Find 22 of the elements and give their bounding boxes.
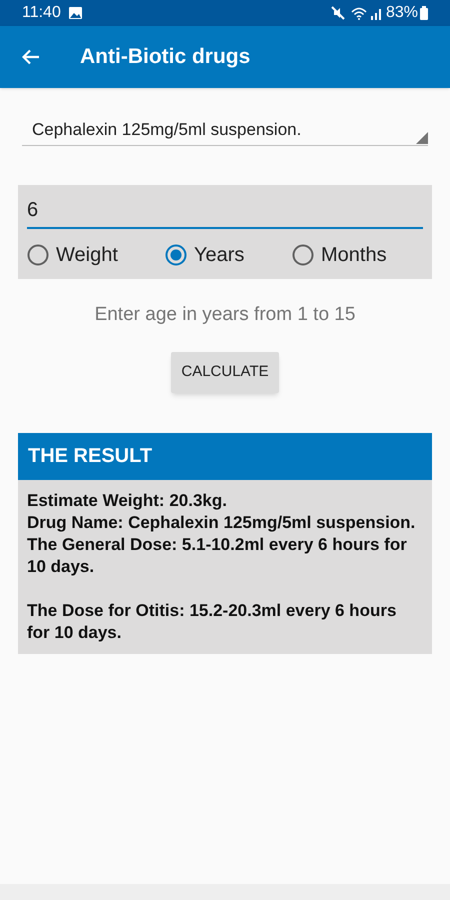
result-line: The Dose for Otitis: 15.2-20.3ml every 6 hours for 10 days. bbox=[27, 600, 398, 644]
battery-icon bbox=[420, 6, 428, 20]
calculate-button[interactable]: CALCULATE bbox=[171, 352, 279, 392]
unit-radio-option[interactable]: Years bbox=[165, 240, 292, 270]
unit-radio-option[interactable]: Weight bbox=[27, 240, 165, 270]
hint-text: Enter age in years from 1 to 15 bbox=[94, 303, 356, 327]
result-title: THE RESULT bbox=[28, 444, 152, 469]
back-arrow-icon[interactable] bbox=[22, 49, 40, 65]
battery-percent: 83% bbox=[386, 3, 418, 23]
signal-icon bbox=[370, 6, 383, 20]
result-line: Drug Name: Cephalexin 125mg/5ml suspension. bbox=[27, 512, 416, 534]
result-line: Estimate Weight: 20.3kg. bbox=[27, 490, 228, 512]
dropdown-triangle-icon bbox=[416, 132, 428, 144]
wifi-icon bbox=[350, 6, 367, 20]
status-time: 11:40 bbox=[22, 3, 61, 23]
drug-dropdown[interactable]: Cephalexin 125mg/5ml suspension. bbox=[22, 114, 428, 146]
screen-title: Anti-Biotic drugs bbox=[80, 44, 250, 70]
result-line: The General Dose: 5.1-10.2ml every 6 hours for 10 days. bbox=[27, 534, 408, 578]
unit-radio-option[interactable]: Months bbox=[292, 240, 412, 270]
mute-icon bbox=[330, 6, 345, 20]
value-input-field[interactable]: 6 bbox=[18, 185, 432, 229]
image-icon bbox=[68, 7, 82, 19]
